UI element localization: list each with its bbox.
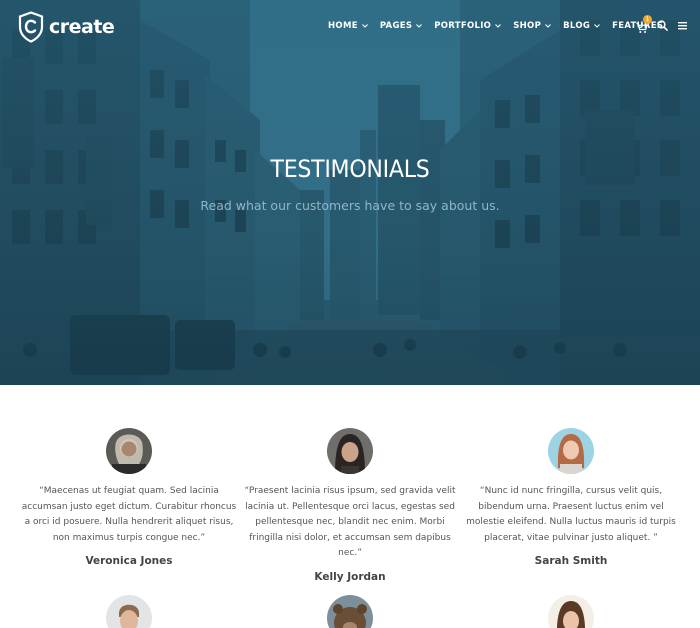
menu-icon[interactable] — [677, 20, 688, 31]
page-title: TESTIMONIALS — [270, 155, 430, 183]
testimonial-author: Kelly Jordan — [314, 570, 386, 583]
testimonial-quote: “Nunc id nunc fringilla, cursus velit qu… — [466, 486, 676, 543]
site-header: create HOME PAGES PORTFOLIO SHOP BLOG FE… — [0, 0, 700, 56]
testimonial-quote: “Maecenas ut feugiat quam. Sed lacinia a… — [21, 486, 237, 543]
avatar — [548, 428, 594, 474]
page-subtitle: Read what our customers have to say abou… — [200, 198, 500, 213]
cart-button[interactable]: 1 — [636, 15, 652, 33]
hero-banner: create HOME PAGES PORTFOLIO SHOP BLOG FE… — [0, 0, 700, 385]
avatar — [327, 428, 373, 474]
search-icon[interactable] — [657, 19, 668, 31]
testimonial-card: “Nunc id nunc fringilla, cursus velit qu… — [461, 428, 681, 567]
main-nav: HOME PAGES PORTFOLIO SHOP BLOG FEATURES — [328, 21, 675, 31]
nav-item-home[interactable]: HOME — [328, 21, 368, 31]
nav-item-label: PAGES — [379, 21, 413, 31]
chevron-down-icon — [416, 24, 423, 28]
nav-item-blog[interactable]: BLOG — [563, 21, 601, 31]
chevron-down-icon — [361, 24, 368, 28]
nav-item-label: PORTFOLIO — [434, 21, 492, 31]
chevron-down-icon — [594, 24, 601, 28]
nav-item-label: SHOP — [513, 21, 542, 31]
site-logo[interactable]: create — [18, 11, 115, 43]
testimonial-quote: “Praesent lacinia risus ipsum, sed gravi… — [244, 486, 456, 558]
cart-count-badge: 1 — [643, 15, 652, 24]
nav-item-portfolio[interactable]: PORTFOLIO — [434, 21, 502, 31]
shield-logo-icon — [18, 11, 44, 43]
testimonial-card: “Praesent lacinia risus ipsum, sed gravi… — [240, 428, 460, 583]
header-actions: 1 — [636, 15, 697, 33]
avatar — [327, 595, 373, 628]
testimonial-card: “Maecenas ut feugiat quam. Sed lacinia a… — [19, 428, 239, 567]
chevron-down-icon — [545, 24, 552, 28]
testimonial-author: Sarah Smith — [534, 555, 608, 567]
testimonial-author: Veronica Jones — [85, 555, 173, 567]
brand-name: create — [49, 16, 115, 38]
avatar — [106, 428, 152, 474]
nav-item-label: HOME — [328, 21, 358, 31]
hero-tint-overlay — [0, 0, 700, 385]
nav-item-shop[interactable]: SHOP — [513, 21, 552, 31]
avatar — [106, 595, 152, 628]
avatar — [548, 595, 594, 628]
chevron-down-icon — [495, 24, 502, 28]
nav-item-label: BLOG — [563, 21, 591, 31]
nav-item-pages[interactable]: PAGES — [379, 21, 423, 31]
